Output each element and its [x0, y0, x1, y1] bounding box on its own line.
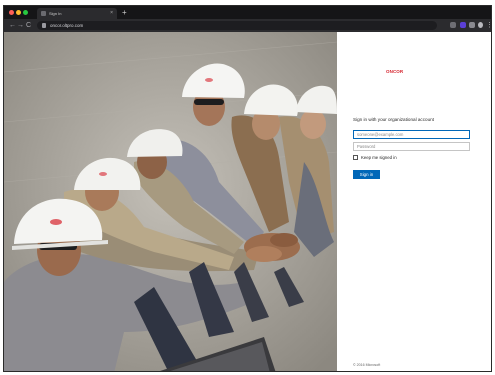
- oncor-logo: ONCOR: [386, 68, 404, 77]
- maximize-window-icon[interactable]: [23, 10, 28, 15]
- tab-close-icon[interactable]: ×: [110, 9, 113, 18]
- forward-button[interactable]: →: [17, 19, 24, 32]
- lock-icon: [42, 23, 46, 28]
- logo-text: ONCOR: [386, 69, 404, 74]
- reload-button[interactable]: C: [26, 19, 31, 32]
- browser-menu-icon[interactable]: ⋮: [486, 19, 491, 32]
- sign-in-button[interactable]: Sign in: [353, 170, 380, 179]
- new-tab-button[interactable]: +: [122, 7, 127, 18]
- keep-signed-in-checkbox[interactable]: [353, 155, 358, 160]
- tab-title: Sign In: [49, 11, 62, 16]
- profile-avatar-icon[interactable]: [478, 22, 483, 28]
- address-bar[interactable]: oncor.oltpro.com: [37, 21, 437, 30]
- browser-toolbar: ← → C oncor.oltpro.com ⋮: [4, 19, 491, 32]
- back-button[interactable]: ←: [9, 19, 16, 32]
- address-url: oncor.oltpro.com: [50, 23, 84, 28]
- keep-signed-in-label: Keep me signed in: [361, 155, 397, 160]
- puzzle-icon[interactable]: [469, 22, 475, 28]
- team-photo: [4, 32, 337, 371]
- sign-in-heading: Sign in with your organizational account: [353, 117, 434, 122]
- minimize-window-icon[interactable]: [16, 10, 21, 15]
- tab-favicon-icon: [41, 11, 46, 16]
- browser-tab[interactable]: Sign In ×: [37, 8, 117, 19]
- username-input[interactable]: [353, 130, 470, 139]
- title-bar: Sign In × +: [4, 6, 491, 19]
- purple-extension-icon[interactable]: [460, 22, 466, 28]
- browser-window: Sign In × + ← → C oncor.oltpro.com ⋮: [3, 5, 492, 372]
- team-hands-together-photo: [4, 32, 337, 371]
- sign-in-panel: ONCOR Sign in with your organizational a…: [337, 32, 491, 371]
- password-input[interactable]: [353, 142, 470, 151]
- copyright-footer: © 2016 Microsoft: [353, 363, 381, 367]
- page-content: ONCOR Sign in with your organizational a…: [4, 32, 491, 371]
- close-window-icon[interactable]: [9, 10, 14, 15]
- extension-icon[interactable]: [450, 22, 456, 28]
